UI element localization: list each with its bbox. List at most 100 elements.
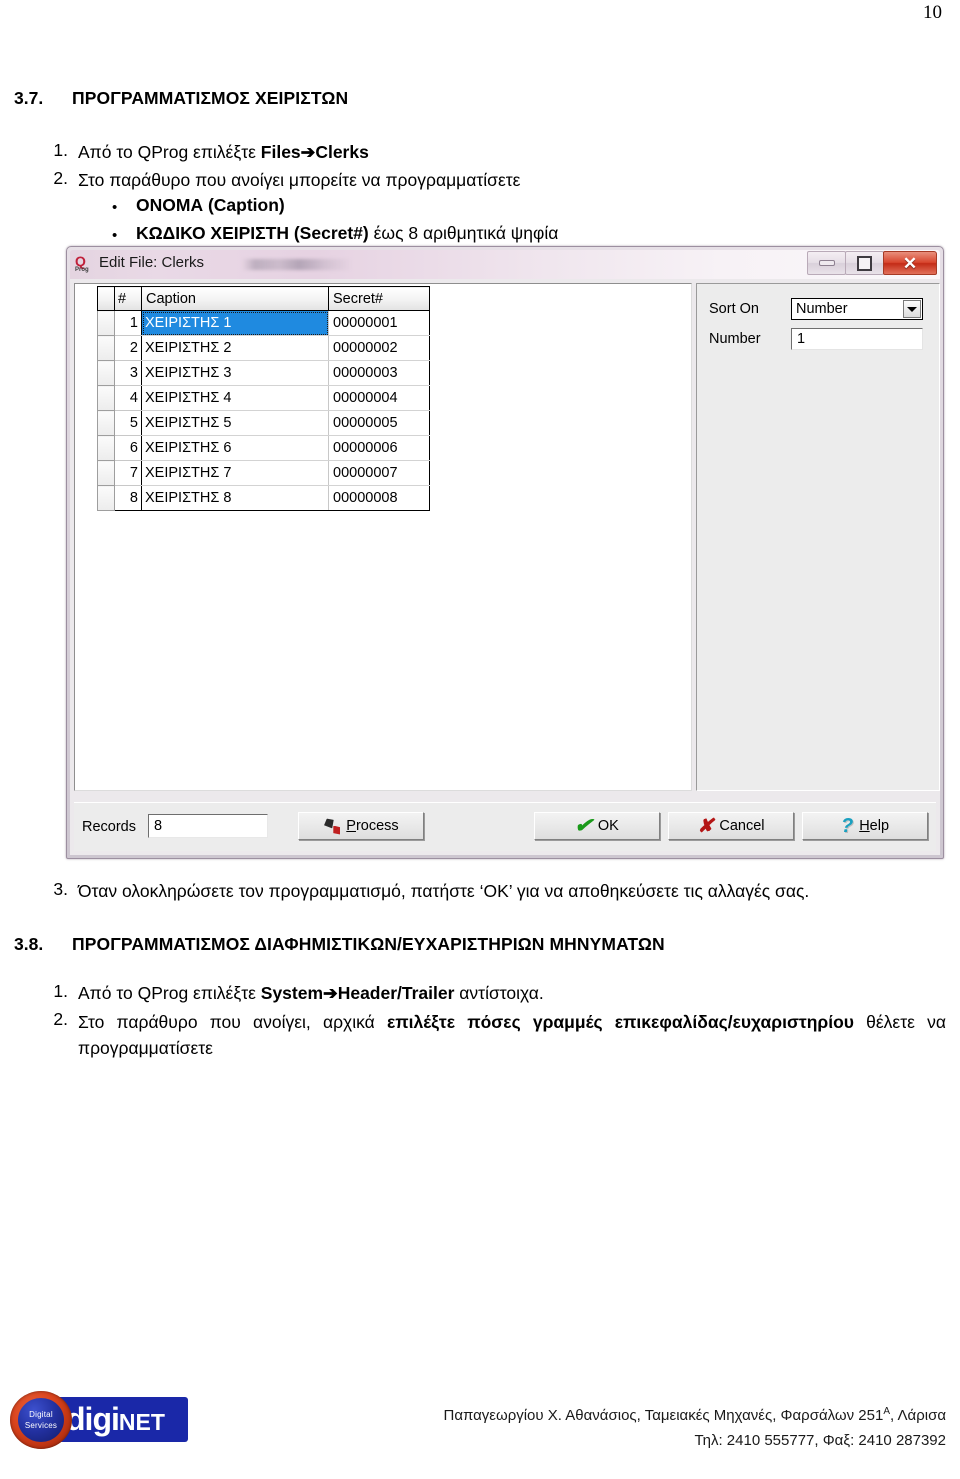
number-label: Number bbox=[709, 331, 761, 347]
secret-cell[interactable]: 00000002 bbox=[328, 335, 430, 361]
row-selector-cell[interactable] bbox=[97, 310, 115, 336]
list-marker-2: 2. bbox=[53, 168, 68, 188]
check-icon: ✔ bbox=[573, 815, 594, 837]
row-number-cell: 1 bbox=[114, 310, 142, 336]
logo-badge-line-2: Services bbox=[24, 1421, 58, 1430]
bullet-dot-icon-1: • bbox=[112, 199, 118, 216]
secret-cell[interactable]: 00000003 bbox=[328, 360, 430, 386]
cancel-button[interactable]: ✘ Cancel bbox=[668, 812, 794, 840]
window-controls[interactable]: ✕ bbox=[807, 251, 937, 275]
clerks-grid[interactable]: # Caption Secret# 1 ΧΕΙΡΙΣΤΗΣ 1 00000001 2 Χ… bbox=[97, 286, 430, 511]
caption-cell[interactable]: ΧΕΙΡΙΣΤΗΣ 1 bbox=[141, 310, 329, 336]
table-row[interactable]: 6 ΧΕΙΡΙΣΤΗΣ 6 00000006 bbox=[97, 435, 430, 461]
caption-cell[interactable]: ΧΕΙΡΙΣΤΗΣ 4 bbox=[141, 385, 329, 411]
table-row[interactable]: 4 ΧΕΙΡΙΣΤΗΣ 4 00000004 bbox=[97, 385, 430, 411]
window-bottom-toolbar: Records 8 Process ✔ OK ✘ Cancel ? Help bbox=[74, 802, 936, 851]
grid-corner-header[interactable] bbox=[97, 286, 115, 311]
logo-word-net: NET bbox=[118, 1409, 165, 1435]
grid-header-caption[interactable]: Caption bbox=[141, 286, 329, 311]
caption-cell[interactable]: ΧΕΙΡΙΣΤΗΣ 3 bbox=[141, 360, 329, 386]
records-value: 8 bbox=[154, 818, 163, 834]
row-selector-cell[interactable] bbox=[97, 435, 115, 461]
cancel-button-label: Cancel bbox=[719, 818, 765, 834]
row-selector-cell[interactable] bbox=[97, 460, 115, 486]
table-row[interactable]: 5 ΧΕΙΡΙΣΤΗΣ 5 00000005 bbox=[97, 410, 430, 436]
caption-cell[interactable]: ΧΕΙΡΙΣΤΗΣ 8 bbox=[141, 485, 329, 511]
sort-on-value: Number bbox=[796, 301, 848, 317]
sort-on-dropdown-button[interactable] bbox=[903, 300, 921, 318]
window-title-text: Edit File: Clerks bbox=[99, 254, 205, 271]
caption-cell[interactable]: ΧΕΙΡΙΣΤΗΣ 7 bbox=[141, 460, 329, 486]
row-selector-cell[interactable] bbox=[97, 410, 115, 436]
table-row[interactable]: 7 ΧΕΙΡΙΣΤΗΣ 7 00000007 bbox=[97, 460, 430, 486]
caption-cell[interactable]: ΧΕΙΡΙΣΤΗΣ 5 bbox=[141, 410, 329, 436]
minimize-button[interactable] bbox=[807, 251, 846, 275]
number-value: 1 bbox=[797, 331, 806, 347]
window-title-bar[interactable]: Q Prog Edit File: Clerks ✕ bbox=[70, 250, 940, 280]
row-selector-cell[interactable] bbox=[97, 385, 115, 411]
secret-cell[interactable]: 00000001 bbox=[328, 310, 430, 336]
number-input[interactable]: 1 bbox=[791, 328, 923, 350]
row-number-cell: 6 bbox=[114, 435, 142, 461]
bullet-item-kodiko-rest: έως 8 αριθμητικά ψηφία bbox=[368, 223, 559, 243]
help-button[interactable]: ? Help bbox=[802, 812, 928, 840]
grid-header-number[interactable]: # bbox=[114, 286, 142, 311]
section-title-3-8: ΠΡΟΓΡΑΜΜΑΤΙΣΜΟΣ ΔΙΑΦΗΜΙΣΤΙΚΩΝ/ΕΥΧΑΡΙΣΤΗΡ… bbox=[72, 934, 665, 954]
ok-button-label: OK bbox=[597, 818, 619, 834]
bullet-dot-icon-2: • bbox=[112, 227, 118, 244]
list-marker-3-8-1: 1. bbox=[53, 981, 68, 1001]
table-row[interactable]: 2 ΧΕΙΡΙΣΤΗΣ 2 00000002 bbox=[97, 335, 430, 361]
page-footer: digiNET Digital Services Παπαγεωργίου Χ.… bbox=[0, 1379, 960, 1479]
table-row[interactable]: 3 ΧΕΙΡΙΣΤΗΣ 3 00000003 bbox=[97, 360, 430, 386]
row-number-cell: 4 bbox=[114, 385, 142, 411]
secret-cell[interactable]: 00000005 bbox=[328, 410, 430, 436]
footer-address-pre: Παπαγεωργίου Χ. Αθανάσιος, Ταμειακές Μηχ… bbox=[443, 1407, 884, 1424]
qprog-icon-word: Prog bbox=[75, 267, 89, 273]
list-marker-3-8-2: 2. bbox=[53, 1009, 68, 1029]
close-button[interactable]: ✕ bbox=[883, 251, 937, 275]
caption-cell[interactable]: ΧΕΙΡΙΣΤΗΣ 6 bbox=[141, 435, 329, 461]
secret-cell[interactable]: 00000006 bbox=[328, 435, 430, 461]
sort-on-combobox[interactable]: Number bbox=[791, 298, 923, 320]
logo-word-i: i bbox=[110, 1401, 120, 1437]
app-window-edit-file-clerks[interactable]: Q Prog Edit File: Clerks ✕ # Caption Sec… bbox=[66, 246, 944, 859]
records-input[interactable]: 8 bbox=[148, 814, 268, 838]
list-item-3-8-1-pre: Από το QProg επιλέξτε bbox=[78, 983, 261, 1003]
ok-button[interactable]: ✔ OK bbox=[534, 812, 660, 840]
window-client-area: # Caption Secret# 1 ΧΕΙΡΙΣΤΗΣ 1 00000001 2 Χ… bbox=[70, 279, 940, 855]
grid-header-row: # Caption Secret# bbox=[97, 286, 430, 311]
sort-on-field-row: Sort On Number bbox=[709, 298, 927, 320]
grid-header-secret[interactable]: Secret# bbox=[328, 286, 430, 311]
window-title-blurred-region bbox=[242, 259, 352, 270]
list-marker-1: 1. bbox=[53, 140, 68, 160]
page-number: 10 bbox=[923, 2, 942, 23]
row-selector-cell[interactable] bbox=[97, 485, 115, 511]
list-item-3-8-2-bold: επιλέξτε πόσες γραμμές επικεφαλίδας/ευχα… bbox=[386, 1012, 854, 1032]
grid-container[interactable]: # Caption Secret# 1 ΧΕΙΡΙΣΤΗΣ 1 00000001 2 Χ… bbox=[74, 283, 692, 791]
row-number-cell: 5 bbox=[114, 410, 142, 436]
secret-cell[interactable]: 00000007 bbox=[328, 460, 430, 486]
row-selector-cell[interactable] bbox=[97, 335, 115, 361]
x-icon: ✘ bbox=[697, 815, 714, 837]
question-mark-icon: ? bbox=[840, 815, 854, 837]
list-item-3-8-1-post: αντίστοιχα. bbox=[454, 983, 544, 1003]
chevron-down-icon bbox=[907, 306, 917, 312]
help-button-label: Help bbox=[859, 818, 890, 834]
list-item-text: Από το QProg επιλέξτε bbox=[78, 142, 261, 162]
row-number-cell: 8 bbox=[114, 485, 142, 511]
maximize-button[interactable] bbox=[845, 251, 884, 275]
logo-badge-line-1: Digital bbox=[29, 1410, 53, 1419]
table-row[interactable]: 8 ΧΕΙΡΙΣΤΗΣ 8 00000008 bbox=[97, 485, 430, 511]
secret-cell[interactable]: 00000004 bbox=[328, 385, 430, 411]
secret-cell[interactable]: 00000008 bbox=[328, 485, 430, 511]
list-item-window-opens: Στο παράθυρο που ανοίγει μπορείτε να προ… bbox=[78, 170, 521, 190]
help-accel-letter: H bbox=[859, 818, 870, 834]
bullet-item-kodiko: ΚΩΔΙΚΟ ΧΕΙΡΙΣΤΗ (Secret#) έως 8 αριθμητι… bbox=[136, 223, 558, 244]
caption-cell[interactable]: ΧΕΙΡΙΣΤΗΣ 2 bbox=[141, 335, 329, 361]
list-marker-3: 3. bbox=[53, 879, 68, 899]
process-button[interactable]: Process bbox=[298, 812, 424, 840]
row-selector-cell[interactable] bbox=[97, 360, 115, 386]
table-row[interactable]: 1 ΧΕΙΡΙΣΤΗΣ 1 00000001 bbox=[97, 310, 430, 336]
list-item-files-clerks: Από το QProg επιλέξτε Files➔Clerks bbox=[78, 140, 369, 165]
minimize-icon bbox=[818, 260, 835, 266]
